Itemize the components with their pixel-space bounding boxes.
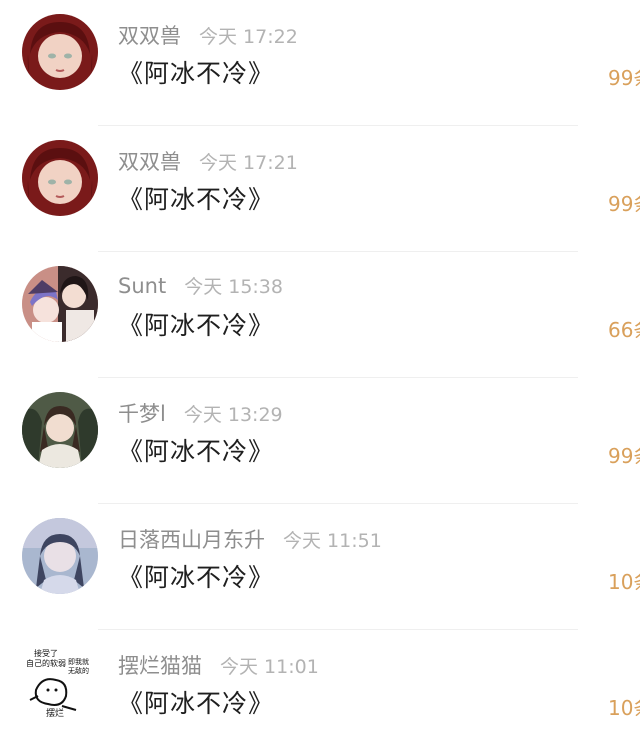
username-text: 摆烂猫猫: [118, 654, 202, 678]
count-label: 99条: [608, 444, 640, 468]
count-label: 99条: [608, 192, 640, 216]
avatar-meme-sticker-icon: 接受了 自己的软弱 即我就 无敌的 摆烂: [22, 644, 98, 720]
username[interactable]: 日落西山月东升 今天 11:51: [118, 524, 382, 554]
comment-title: 《阿冰不冷》: [118, 311, 275, 340]
count-label: 10条: [608, 696, 640, 720]
comment-title: 《阿冰不冷》: [118, 59, 275, 88]
count-label: 10条: [608, 570, 640, 594]
list-item[interactable]: 双双兽今天 17:21 《阿冰不冷》 99条: [0, 126, 640, 252]
avatar-blue-portrait-icon: [22, 518, 98, 594]
sticker-text-2: 自己的软弱: [26, 658, 66, 668]
timestamp: 今天 15:38: [184, 276, 283, 298]
comment-title: 《阿冰不冷》: [118, 437, 275, 466]
username-text: 双双兽: [118, 24, 181, 48]
timestamp: 今天 11:51: [283, 530, 382, 552]
comment-list: 双双兽今天 17:22 《阿冰不冷》 99条 双双兽今天 17:21 《阿冰不冷…: [0, 0, 640, 740]
avatar[interactable]: [22, 392, 98, 468]
timestamp: 今天 13:29: [183, 404, 283, 426]
sticker-text-5: 摆烂: [46, 707, 64, 719]
username[interactable]: 双双兽 今天 17:22: [118, 20, 298, 50]
username-text: 千梦l: [118, 402, 166, 426]
avatar-anime-pair-icon: [22, 266, 98, 342]
list-item[interactable]: 千梦l 今天 13:29 《阿冰不冷》 99条: [0, 378, 640, 504]
username[interactable]: 千梦l 今天 13:29: [118, 398, 283, 428]
list-item[interactable]: 日落西山月东升今天 11:51 《阿冰不冷》 10条: [0, 504, 640, 630]
avatar[interactable]: 接受了 自己的软弱 即我就 无敌的 摆烂: [22, 644, 98, 720]
username-text: Sunt: [118, 274, 167, 298]
sticker-text-4: 无敌的: [68, 666, 89, 675]
count-label: 99条: [608, 66, 640, 90]
sticker-text-1: 接受了: [34, 648, 58, 658]
avatar-anime-forest-icon: [22, 392, 98, 468]
username-text: 双双兽: [118, 150, 181, 174]
avatar[interactable]: [22, 518, 98, 594]
list-item[interactable]: 接受了 自己的软弱 即我就 无敌的 摆烂 摆烂猫猫 今天 11:01 《阿冰不冷》…: [0, 630, 640, 740]
list-item[interactable]: 双双兽今天 17:22 《阿冰不冷》 99条: [0, 0, 640, 126]
count-label: 66条: [608, 318, 640, 342]
username-text: 日落西山月东升: [118, 528, 265, 552]
sticker-text-3: 即我就: [68, 657, 89, 666]
username[interactable]: 摆烂猫猫 今天 11:01: [118, 650, 319, 680]
avatar-red-hair-icon: [22, 14, 98, 90]
timestamp: 今天 11:01: [220, 656, 319, 678]
avatar[interactable]: [22, 266, 98, 342]
avatar[interactable]: [22, 140, 98, 216]
username[interactable]: 双双兽 今天 17:21: [118, 146, 298, 176]
comment-title: 《阿冰不冷》: [118, 185, 275, 214]
timestamp: 今天 17:21: [199, 152, 298, 174]
timestamp: 今天 17:22: [199, 26, 298, 48]
avatar[interactable]: [22, 14, 98, 90]
list-item[interactable]: Sunt 今天 15:38 《阿冰不冷》 66条: [0, 252, 640, 378]
username[interactable]: Sunt 今天 15:38: [118, 272, 283, 299]
comment-title: 《阿冰不冷》: [118, 689, 275, 718]
comment-title: 《阿冰不冷》: [118, 563, 275, 592]
avatar-red-hair-icon: [22, 140, 98, 216]
